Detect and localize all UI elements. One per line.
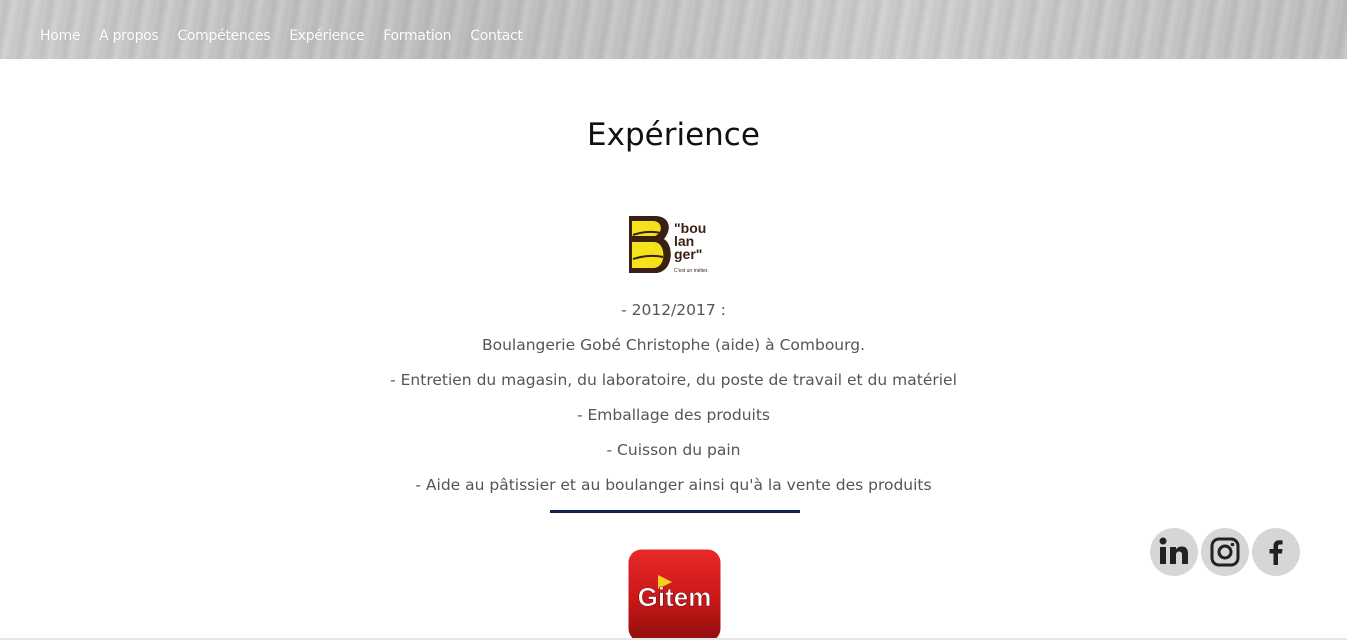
experience-task: - Emballage des produits — [576, 406, 771, 424]
experience-dates: - 2012/2017 : — [621, 301, 726, 319]
experience-company: Boulangerie Gobé Christophe (aide) à Com… — [481, 336, 865, 354]
experience-task: - Entretien du magasin, du laboratoire, … — [390, 371, 957, 389]
nav-item-contact[interactable]: Contact — [470, 27, 523, 45]
social-links — [1150, 528, 1300, 576]
nav-menu: Home A propos Compétences Expérience For… — [40, 27, 523, 45]
svg-text:ger": ger" — [674, 246, 702, 262]
instagram-icon — [1210, 537, 1240, 567]
boulanger-logo: "bou lan ger" C'est un métier. — [629, 216, 709, 274]
nav-item-home[interactable]: Home — [40, 27, 80, 45]
instagram-button[interactable] — [1201, 528, 1249, 576]
experience-description: - 2012/2017 : Boulangerie Gobé Christoph… — [0, 299, 1347, 509]
nav-item-formation[interactable]: Formation — [383, 27, 451, 45]
gitem-logo: Gitem — [628, 549, 721, 640]
facebook-button[interactable] — [1252, 528, 1300, 576]
nav-item-experience[interactable]: Expérience — [289, 27, 364, 45]
experience-task: - Aide au pâtissier et au boulanger ains… — [415, 476, 932, 494]
facebook-icon — [1269, 540, 1283, 565]
svg-text:Gitem: Gitem — [638, 582, 712, 612]
linkedin-button[interactable] — [1150, 528, 1198, 576]
top-navigation: Home A propos Compétences Expérience For… — [0, 0, 1347, 59]
page-title: Expérience — [587, 117, 760, 153]
nav-item-competences[interactable]: Compétences — [177, 27, 270, 45]
nav-item-a-propos[interactable]: A propos — [99, 27, 159, 45]
experience-task: - Cuisson du pain — [606, 441, 741, 459]
section-divider — [550, 510, 800, 513]
svg-text:C'est un métier.: C'est un métier. — [674, 268, 709, 274]
linkedin-icon — [1159, 537, 1188, 564]
